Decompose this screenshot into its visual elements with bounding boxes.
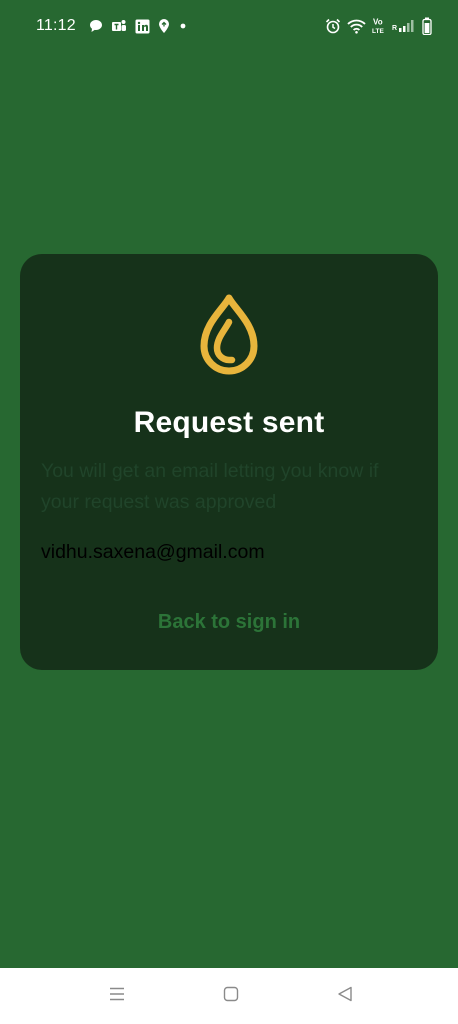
status-bar: 11:12 Vo LTE R xyxy=(0,0,458,52)
chat-bubble-icon xyxy=(89,19,103,33)
signal-icon: R xyxy=(392,18,416,34)
home-button[interactable] xyxy=(219,984,243,1008)
menu-button[interactable] xyxy=(105,984,129,1008)
wifi-icon xyxy=(347,19,366,34)
back-button[interactable] xyxy=(333,984,357,1008)
drop-logo-icon xyxy=(199,294,259,378)
location-pin-icon xyxy=(158,18,170,34)
status-time: 11:12 xyxy=(36,17,76,34)
signal-r-text: R xyxy=(392,25,397,32)
navigation-bar xyxy=(0,968,458,1024)
alarm-icon xyxy=(325,18,341,34)
menu-icon xyxy=(109,986,125,1007)
linkedin-icon xyxy=(135,19,150,34)
dialog-title: Request sent xyxy=(133,406,325,439)
dialog-subtitle: You will get an email letting you know i… xyxy=(41,460,379,513)
email-address: vidhu.saxena@gmail.com xyxy=(41,541,265,563)
volte-icon: Vo LTE xyxy=(372,17,386,36)
home-icon xyxy=(223,986,239,1007)
dot-icon xyxy=(178,21,188,31)
battery-icon xyxy=(422,17,432,35)
request-sent-dialog: Request sent You will get an email letti… xyxy=(20,254,438,670)
back-to-sign-in-link[interactable]: Back to sign in xyxy=(20,611,438,634)
volte-top-text: Vo xyxy=(373,18,383,27)
back-icon xyxy=(337,986,353,1007)
notification-icons xyxy=(89,17,188,35)
volte-bottom-text: LTE xyxy=(372,28,384,35)
system-icons: Vo LTE R xyxy=(325,16,432,36)
teams-icon xyxy=(111,18,127,34)
